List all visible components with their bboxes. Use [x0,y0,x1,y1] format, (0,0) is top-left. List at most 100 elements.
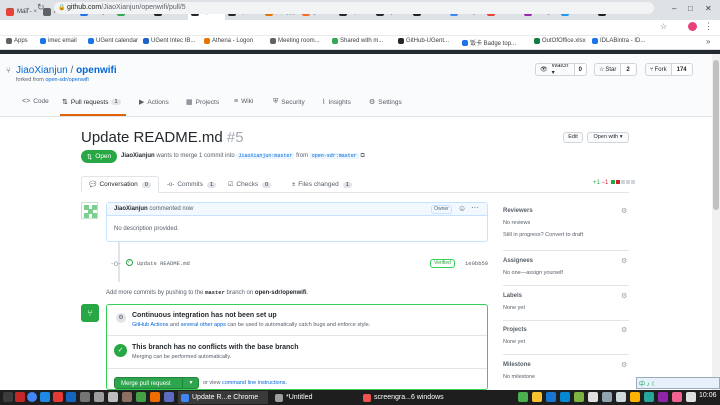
forward-icon[interactable]: → [22,2,31,12]
app-icon[interactable] [53,392,63,402]
projects-heading[interactable]: Projects [503,327,527,333]
reviewers-gear-icon[interactable]: ⚙ [621,207,627,215]
merge-method-dropdown[interactable]: ▾ [182,377,199,389]
scrollbar-thumb[interactable] [713,60,719,210]
commit-sha-link[interactable]: 1e0bb50 [465,260,488,267]
watch-count[interactable]: 0 [573,64,586,75]
pr-tab-checks[interactable]: ☑ Checks 0 [221,176,278,193]
app-icon[interactable] [164,392,174,402]
app-icon[interactable] [40,392,50,402]
copy-icon[interactable]: ⧉ [360,153,364,159]
tray-icon[interactable] [686,392,696,402]
head-branch[interactable]: open-sdr:master [309,153,359,159]
assignees-heading[interactable]: Assignees [503,258,533,264]
taskbar-window[interactable]: Update R...e Chrome [178,391,268,404]
maximize-icon[interactable]: □ [688,4,693,13]
author-avatar[interactable] [81,202,98,219]
bookmark-item[interactable]: Apps [6,38,28,44]
milestone-heading[interactable]: Milestone [503,362,531,368]
bookmark-item[interactable]: OutOfOffice.xlsx [534,38,586,44]
assignees-value[interactable]: No one—assign yourself [503,270,563,276]
edit-button[interactable]: Edit [563,132,583,143]
bookmark-item[interactable]: 饭卡 Badge top... [462,38,516,47]
app-icon[interactable] [122,392,132,402]
app-icon[interactable] [108,392,118,402]
tray-icon[interactable] [644,392,654,402]
tray-icon[interactable] [546,392,556,402]
tray-icon[interactable] [630,392,640,402]
bookmark-item[interactable]: Athena - Logon [204,38,253,44]
pr-tab-files-changed[interactable]: ± Files changed 1 [285,176,359,193]
app-icon[interactable] [80,392,90,402]
pr-tab-commits[interactable]: -o- Commits 1 [160,176,223,193]
tray-icon[interactable] [658,392,668,402]
other-apps-link[interactable]: several other apps [181,322,226,328]
labels-heading[interactable]: Labels [503,293,522,299]
open-with-button[interactable]: Open with ▾ [587,132,629,143]
repo-name-link[interactable]: openwifi [76,65,117,76]
bookmark-item[interactable]: imec email [40,38,77,44]
tray-icon[interactable] [560,392,570,402]
app-icon[interactable] [136,392,146,402]
close-window-icon[interactable]: ✕ [705,4,712,13]
bookmark-item[interactable]: UGent calendar [88,38,138,44]
bookmark-item[interactable]: Shared with m... [332,38,383,44]
comment-author-link[interactable]: JiaoXianjun [114,206,148,212]
bookmark-item[interactable]: Meeting room... [270,38,320,44]
volume-icon[interactable] [602,392,612,402]
pr-author-link[interactable]: JiaoXianjun [121,153,155,159]
more-bookmarks-icon[interactable]: » [706,37,710,46]
verified-badge[interactable]: Verified [430,259,455,268]
comment-timestamp[interactable]: commented now [149,206,193,212]
milestone-gear-icon[interactable]: ⚙ [621,361,627,369]
address-bar[interactable]: 🔒 github.com/JiaoXianjun/openwifi/pull/5 [54,2,654,14]
tray-icon[interactable] [672,392,682,402]
repo-tab-settings[interactable]: ⚙ Settings [369,98,402,107]
base-branch[interactable]: JiaoXianjun:master [236,153,295,159]
bookmark-item[interactable]: IDLABintra - ID... [592,38,645,44]
battery-icon[interactable] [616,392,626,402]
assignees-gear-icon[interactable]: ⚙ [621,257,627,265]
pr-tab-conversation[interactable]: 💬 Conversation 0 [81,176,159,193]
commit-message-link[interactable]: Update README.md [137,260,190,267]
forked-from-link[interactable]: open-sdr/openwifi [45,77,88,83]
minimize-icon[interactable]: – [672,4,676,13]
star-count[interactable]: 2 [620,64,635,75]
bookmark-item[interactable]: UGent Intec IB... [143,38,195,44]
reviewers-heading[interactable]: Reviewers [503,208,533,214]
app-icon[interactable] [94,392,104,402]
start-menu-icon[interactable] [3,392,13,402]
back-icon[interactable]: ← [6,2,15,12]
fork-count[interactable]: 174 [670,64,692,75]
app-icon[interactable] [150,392,160,402]
watch-button[interactable]: 👁 Watch ▾ 0 [535,63,587,76]
check-icon[interactable]: ✓ [126,259,133,266]
tray-icon[interactable] [574,392,584,402]
github-actions-link[interactable]: GitHub Actions [132,322,168,328]
taskbar-window[interactable]: *Untitled [272,391,354,404]
repo-tab-security[interactable]: ⛨ Security [273,98,305,106]
repo-tab-insights[interactable]: ⌇ Insights [322,98,351,107]
repo-tab-actions[interactable]: ▶ Actions [139,98,169,107]
reaction-icon[interactable]: ☺ [458,204,466,213]
projects-gear-icon[interactable]: ⚙ [621,326,627,334]
bookmark-star-icon[interactable]: ☆ [660,22,667,31]
app-icon[interactable] [15,392,25,402]
network-icon[interactable] [588,392,598,402]
input-method-tray[interactable]: 中 ♪ ☾ [636,377,720,389]
convert-to-draft-link[interactable]: Still in progress? Convert to draft [503,232,583,238]
more-options-icon[interactable]: ··· [471,203,479,212]
vscode-icon[interactable] [66,392,76,402]
reload-icon[interactable]: ↻ [37,2,45,13]
repo-tab-code[interactable]: <> Code [22,98,49,105]
repo-tab-wiki[interactable]: ≡ Wiki [234,98,253,105]
tray-icon[interactable] [518,392,528,402]
labels-gear-icon[interactable]: ⚙ [621,292,627,300]
bookmark-item[interactable]: GitHub-UGent... [398,38,449,44]
chrome-menu-icon[interactable]: ⋮ [704,21,713,32]
chrome-icon[interactable] [27,392,37,402]
taskbar-window[interactable]: screengra...6 windows [360,391,450,404]
profile-avatar[interactable] [688,22,697,31]
star-button[interactable]: ☆ Star 2 [594,63,637,76]
tray-icon[interactable] [532,392,542,402]
